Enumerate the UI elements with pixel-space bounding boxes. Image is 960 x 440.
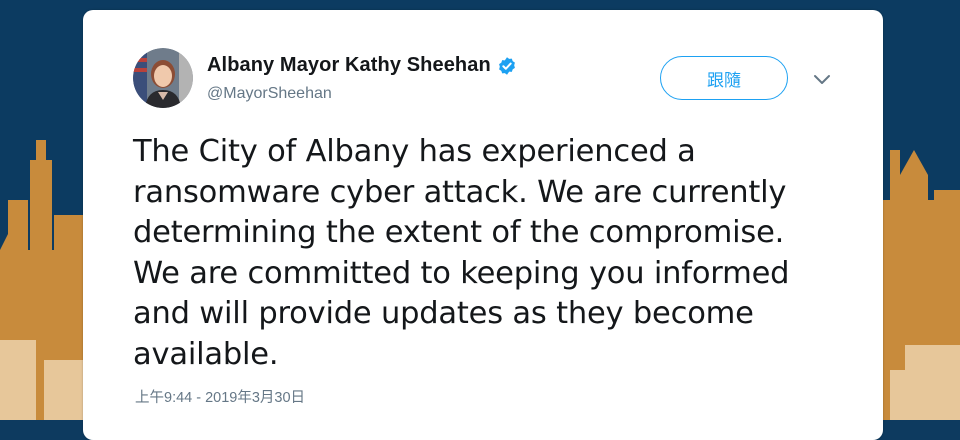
tweet-card: Albany Mayor Kathy Sheehan @MayorSheehan…	[83, 10, 883, 440]
avatar-portrait-icon	[133, 48, 193, 108]
follow-button[interactable]: 跟隨	[660, 56, 788, 100]
author-display-name[interactable]: Albany Mayor Kathy Sheehan	[207, 54, 491, 77]
author-handle[interactable]: @MayorSheehan	[207, 85, 332, 103]
author-name-row: Albany Mayor Kathy Sheehan	[207, 54, 517, 77]
tweet-text: The City of Albany has experienced a ran…	[133, 134, 790, 372]
verified-badge-icon	[498, 56, 515, 75]
avatar[interactable]	[133, 48, 193, 108]
tweet-timestamp[interactable]: 上午9:44 - 2019年3月30日	[135, 386, 305, 407]
chevron-down-icon[interactable]	[811, 68, 833, 90]
